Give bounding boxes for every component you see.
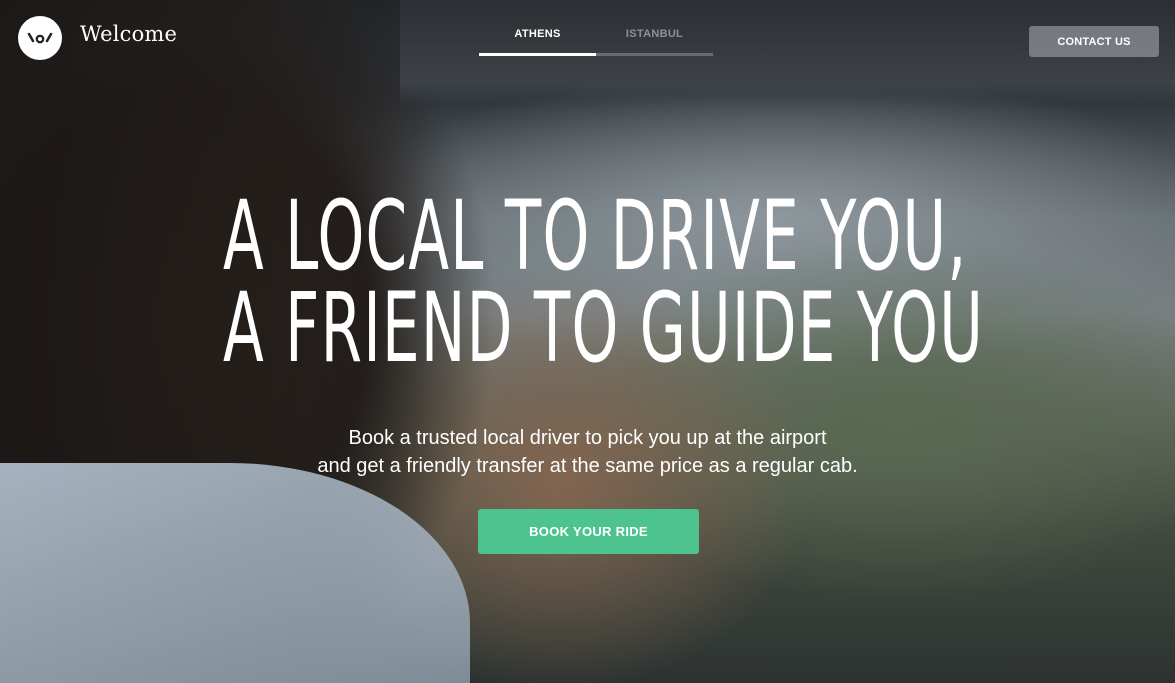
headline-line-1: A LOCAL TO DRIVE YOU, bbox=[223, 180, 968, 292]
book-your-ride-button[interactable]: BOOK YOUR RIDE bbox=[478, 509, 699, 554]
subtitle-line-1: Book a trusted local driver to pick you … bbox=[348, 427, 827, 449]
hero-subtitle: Book a trusted local driver to pick you … bbox=[0, 424, 1175, 480]
brand-title[interactable]: Welcome bbox=[80, 22, 177, 46]
tab-athens[interactable]: ATHENS bbox=[479, 28, 596, 56]
subtitle-line-2: and get a friendly transfer at the same … bbox=[317, 455, 858, 477]
hero-headline: A LOCAL TO DRIVE YOU, A FRIEND TO GUIDE … bbox=[223, 180, 985, 384]
welcome-logo-icon[interactable] bbox=[18, 16, 62, 60]
city-tabs: ATHENS ISTANBUL bbox=[479, 28, 713, 56]
contact-us-button[interactable]: CONTACT US bbox=[1029, 26, 1159, 57]
tab-istanbul[interactable]: ISTANBUL bbox=[596, 28, 713, 56]
headline-line-2: A FRIEND TO GUIDE YOU bbox=[223, 272, 985, 384]
